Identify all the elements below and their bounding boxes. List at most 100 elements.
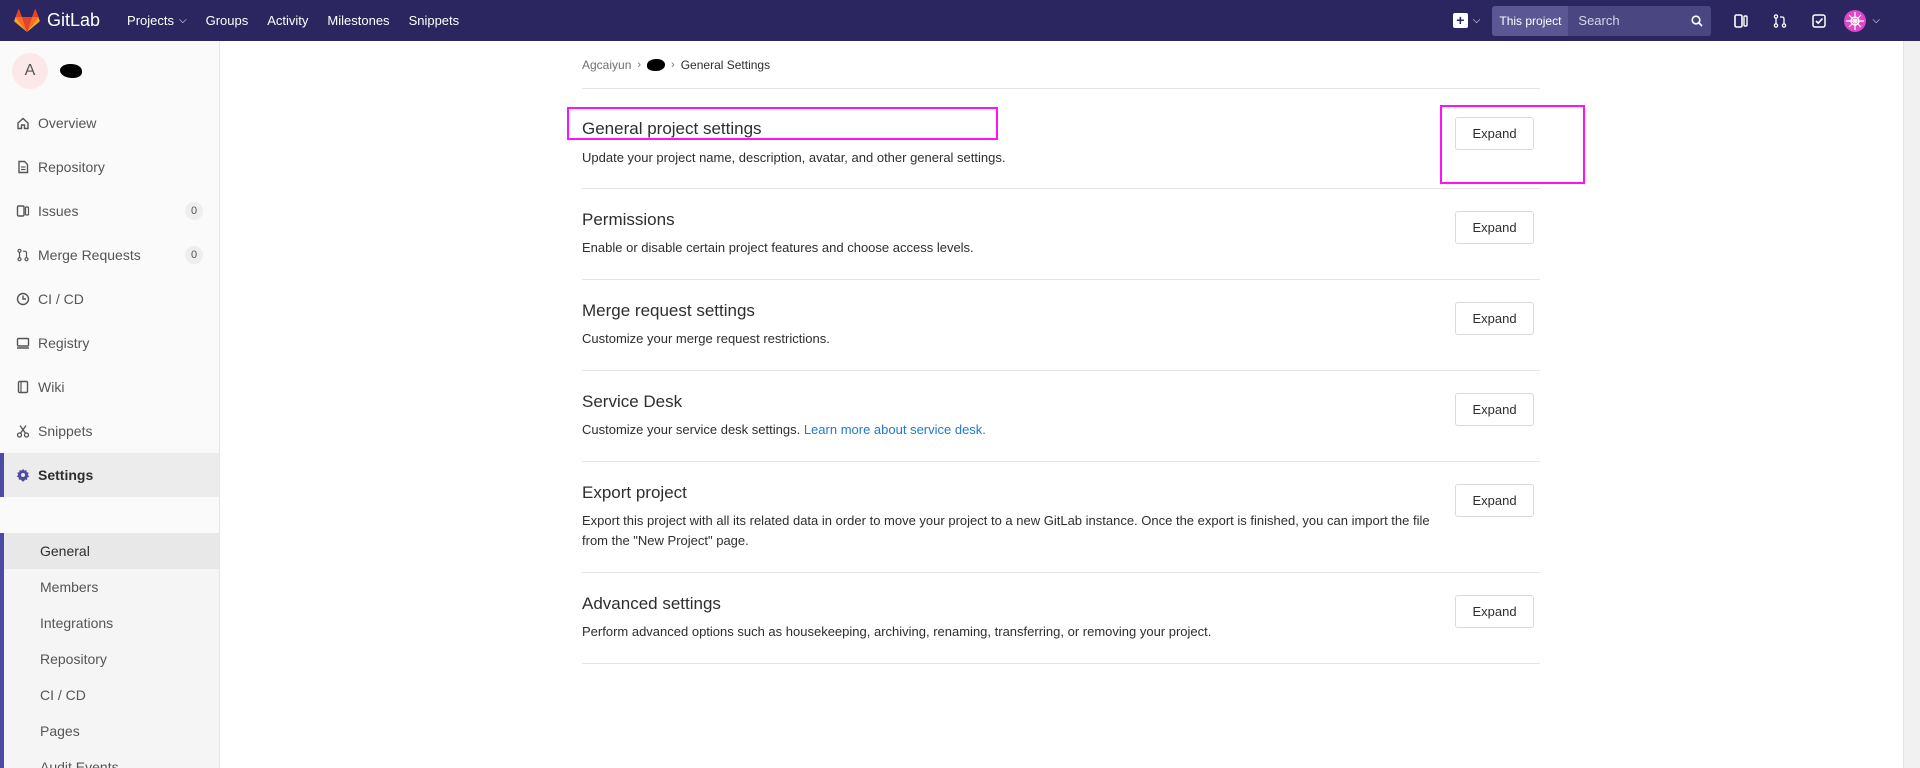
sidebar-item-label: Repository (38, 159, 105, 175)
sidebar-item-label: Overview (38, 115, 97, 131)
sidebar-item-label: Registry (38, 335, 90, 351)
service-desk-help-link[interactable]: Learn more about service desk. (804, 422, 986, 437)
settings-subitem-ci-cd[interactable]: CI / CD (4, 677, 219, 713)
settings-subitem-integrations[interactable]: Integrations (4, 605, 219, 641)
project-header[interactable]: A (0, 41, 219, 101)
sidebar-item-merge-requests[interactable]: Merge Requests 0 (0, 233, 219, 277)
redacted-project-crumb[interactable] (647, 59, 666, 71)
scissors-icon (16, 425, 30, 438)
home-icon (17, 117, 29, 130)
nav-link-label: Activity (267, 13, 309, 28)
sidebar-item-label: Wiki (38, 379, 65, 395)
chevron-down-icon[interactable]: ⌵ (1872, 15, 1880, 26)
nav-link-label: Milestones (327, 13, 390, 28)
issues-nav-icon[interactable] (1721, 0, 1760, 41)
section-title: Permissions (582, 210, 675, 229)
nav-link-label: Projects (127, 13, 175, 28)
project-avatar: A (12, 53, 48, 89)
plus-icon: + (1452, 13, 1468, 28)
main-nav: Projects ⌵ Groups Activity Milestones Snippet… (127, 13, 478, 28)
sidebar-item-label: CI / CD (38, 291, 84, 307)
expand-button-advanced-settings[interactable]: Expand (1455, 595, 1534, 628)
count-badge: 0 (185, 246, 203, 264)
page-scrollbar[interactable] (1903, 41, 1920, 768)
project-sidebar: A General Members Integrations Repository CI… (0, 41, 220, 768)
settings-submenu: General Members Integrations Repository CI /… (0, 533, 219, 768)
breadcrumb-current: General Settings (680, 58, 771, 72)
section-description-text: Export this project with all its related… (582, 513, 1430, 548)
chevron-down-icon: ⌵ (1472, 15, 1481, 26)
sidebar-item-wiki[interactable]: Wiki (0, 365, 219, 409)
section-description-text: Enable or disable certain project featur… (582, 240, 974, 255)
search-scope-badge[interactable]: This project (1492, 5, 1569, 36)
nav-milestones[interactable]: Milestones (327, 13, 389, 28)
count-badge: 0 (185, 202, 203, 220)
section-permissions: Permissions Enable or disable certain pro… (582, 189, 1540, 280)
sidebar-item-label: Snippets (38, 423, 93, 439)
redacted-project-name (60, 64, 82, 78)
gitlab-logo-icon (14, 8, 40, 32)
chevron-right-icon: › (671, 59, 675, 71)
section-description-text: Customize your service desk settings. (582, 422, 801, 437)
todos-nav-icon[interactable] (1799, 0, 1838, 41)
search-input[interactable] (1568, 5, 1684, 36)
user-avatar[interactable] (1844, 9, 1867, 32)
sidebar-item-repository[interactable]: Repository (0, 145, 219, 189)
merge-requests-nav-icon[interactable] (1760, 0, 1799, 41)
brand-name: GitLab (47, 10, 101, 30)
expand-button-permissions[interactable]: Expand (1455, 211, 1534, 244)
rocket-icon (16, 292, 30, 306)
section-description: Update your project name, description, a… (582, 148, 1452, 168)
settings-subitem-repository[interactable]: Repository (4, 641, 219, 677)
search-icon[interactable] (1683, 6, 1711, 36)
section-description: Customize your service desk settings. Le… (582, 420, 1452, 440)
section-title: Advanced settings (582, 594, 721, 613)
sidebar-item-overview[interactable]: Overview (0, 101, 219, 145)
section-description: Enable or disable certain project featur… (582, 238, 1452, 258)
settings-subitem-audit-events[interactable]: Audit Events (4, 749, 219, 768)
section-description-text: Customize your merge request restriction… (582, 331, 830, 346)
highlight-expand-box (1440, 105, 1585, 184)
avatar-pattern-icon (1846, 11, 1865, 30)
section-export-project: Export project Export this project with a… (582, 462, 1540, 573)
chevron-down-icon: ⌵ (179, 15, 187, 26)
section-description-text: Perform advanced options such as houseke… (582, 624, 1212, 639)
settings-subitem-members[interactable]: Members (4, 569, 219, 605)
settings-subitem-general[interactable]: General (4, 533, 219, 569)
file-icon (18, 160, 29, 174)
issues-icon (16, 205, 30, 217)
nav-activity[interactable]: Activity (267, 13, 308, 28)
new-dropdown-button[interactable]: + ⌵ (1452, 13, 1481, 28)
sidebar-item-issues[interactable]: Issues 0 (0, 189, 219, 233)
sidebar-item-label: Settings (38, 467, 94, 483)
section-description: Perform advanced options such as houseke… (582, 622, 1452, 642)
sidebar-item-snippets[interactable]: Snippets (0, 409, 219, 453)
nav-groups[interactable]: Groups (206, 13, 249, 28)
expand-button-export-project[interactable]: Expand (1455, 484, 1534, 517)
sidebar-item-ci-cd[interactable]: CI / CD (0, 277, 219, 321)
chevron-right-icon: › (637, 59, 642, 71)
highlight-title-box (567, 107, 998, 140)
container-icon (16, 337, 30, 349)
sidebar-item-label: Issues (38, 203, 79, 219)
section-title: Merge request settings (582, 301, 755, 320)
sidebar-item-label: Merge Requests (38, 247, 141, 263)
nav-projects[interactable]: Projects ⌵ (127, 13, 187, 28)
breadcrumb: Agcaiyun › › General Settings (582, 57, 770, 73)
book-icon (17, 380, 29, 394)
top-navbar: GitLab Projects ⌵ Groups Activity Milestones… (0, 0, 1920, 41)
gitlab-home-link[interactable]: GitLab (14, 8, 101, 33)
nav-snippets[interactable]: Snippets (409, 13, 460, 28)
section-title: Service Desk (582, 392, 683, 411)
settings-subitem-pages[interactable]: Pages (4, 713, 219, 749)
sidebar-item-settings[interactable]: Settings (0, 453, 219, 497)
breadcrumb-group-link[interactable]: Agcaiyun (582, 58, 631, 72)
sidebar-item-registry[interactable]: Registry (0, 321, 219, 365)
search-box: This project (1492, 5, 1712, 36)
section-service-desk: Service Desk Customize your service desk … (582, 371, 1540, 462)
section-merge-request-settings: Merge request settings Customize your mer… (582, 280, 1540, 371)
expand-button-merge-request-settings[interactable]: Expand (1455, 302, 1534, 335)
section-advanced-settings: Advanced settings Perform advanced option… (582, 573, 1540, 664)
navbar-right: + ⌵ This project ⌵ (1452, 0, 1920, 41)
expand-button-service-desk[interactable]: Expand (1455, 393, 1534, 426)
